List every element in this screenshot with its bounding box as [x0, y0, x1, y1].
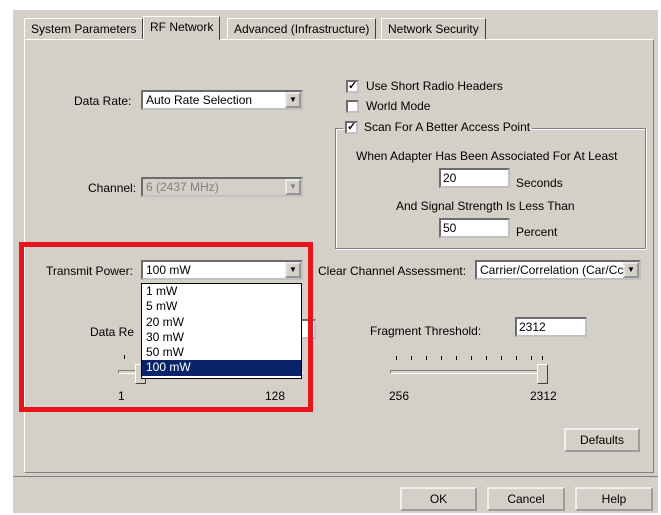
chevron-down-icon: ▼	[285, 179, 301, 195]
fragment-slider-thumb[interactable]	[537, 364, 548, 384]
fragment-slider-track[interactable]	[390, 370, 548, 374]
tab-network-security[interactable]: Network Security	[381, 18, 486, 39]
ok-button[interactable]: OK	[400, 487, 477, 511]
fragment-threshold-label: Fragment Threshold:	[370, 324, 482, 338]
short-headers-checkbox[interactable]: ✓	[346, 80, 359, 93]
cca-label: Clear Channel Assessment:	[318, 264, 467, 278]
associated-text: When Adapter Has Been Associated For At …	[356, 149, 618, 163]
tab-label: Advanced (Infrastructure)	[234, 22, 370, 36]
defaults-button[interactable]: Defaults	[564, 428, 640, 452]
divider	[13, 476, 658, 477]
percent-input[interactable]: 50	[439, 218, 510, 238]
highlight-box	[19, 242, 313, 412]
slider-tick	[411, 356, 412, 360]
fragment-threshold-input[interactable]: 2312	[515, 317, 587, 337]
fragment-slider-ticks	[396, 356, 546, 360]
scan-group-header: ✓ Scan For A Better Access Point	[343, 119, 533, 135]
slider-tick	[456, 356, 457, 360]
tab-label: RF Network	[150, 20, 214, 34]
channel-label: Channel:	[88, 181, 137, 195]
chevron-down-icon[interactable]: ▼	[623, 262, 639, 278]
seconds-unit: Seconds	[516, 176, 563, 190]
data-rate-select[interactable]: Auto Rate Selection ▼	[141, 90, 303, 110]
seconds-input[interactable]: 20	[439, 168, 510, 188]
cancel-button[interactable]: Cancel	[487, 487, 565, 511]
tab-system-parameters[interactable]: System Parameters	[24, 18, 144, 39]
tab-advanced-infrastructure[interactable]: Advanced (Infrastructure)	[227, 18, 377, 39]
tab-label: Network Security	[388, 22, 479, 36]
data-rate-value: Auto Rate Selection	[146, 93, 253, 107]
slider-tick	[531, 356, 532, 360]
chevron-down-icon[interactable]: ▼	[285, 92, 301, 108]
slider-tick	[486, 356, 487, 360]
world-mode-label: World Mode	[366, 99, 431, 113]
scan-label: Scan For A Better Access Point	[364, 120, 531, 134]
signal-text: And Signal Strength Is Less Than	[396, 199, 575, 213]
fragment-min: 256	[389, 389, 410, 403]
cca-value: Carrier/Correlation (Car/Cc	[480, 263, 624, 277]
short-headers-label: Use Short Radio Headers	[366, 79, 503, 93]
channel-select: 6 (2437 MHz) ▼	[141, 177, 303, 197]
help-button[interactable]: Help	[575, 487, 653, 511]
slider-tick	[471, 356, 472, 360]
slider-tick	[441, 356, 442, 360]
tab-label: System Parameters	[31, 22, 137, 36]
data-rate-label: Data Rate:	[74, 94, 132, 108]
tab-rf-network[interactable]: RF Network	[143, 16, 221, 40]
fragment-max: 2312	[530, 389, 557, 403]
cca-select[interactable]: Carrier/Correlation (Car/Cc ▼	[475, 260, 641, 280]
slider-tick	[396, 356, 397, 360]
world-mode-checkbox[interactable]	[346, 100, 359, 113]
slider-tick	[426, 356, 427, 360]
slider-tick	[516, 356, 517, 360]
percent-unit: Percent	[516, 225, 558, 239]
slider-tick	[501, 356, 502, 360]
slider-tick	[542, 356, 543, 360]
scan-checkbox[interactable]: ✓	[345, 120, 358, 134]
channel-value: 6 (2437 MHz)	[146, 180, 219, 194]
